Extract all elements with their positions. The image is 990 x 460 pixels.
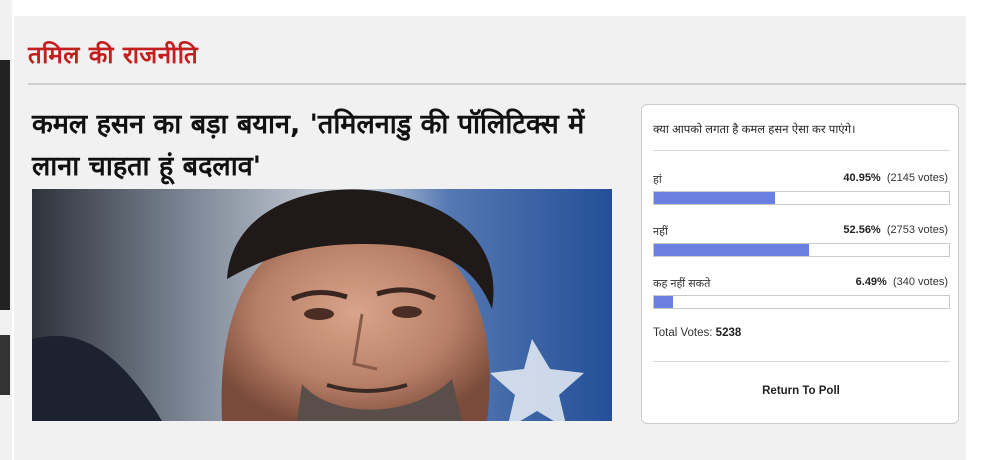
poll-option-votes: (340 votes)	[892, 276, 948, 288]
poll-option-bar-fill	[654, 296, 674, 308]
edge-image-fragment	[0, 335, 10, 395]
poll-option-bar	[653, 191, 950, 205]
article-headline[interactable]: कमल हसन का बड़ा बयान, 'तमिलनाडु की पॉलिट…	[32, 104, 622, 188]
poll-option-result: 40.95% (2145 votes)	[843, 172, 948, 184]
poll-total-value: 5238	[715, 327, 742, 339]
poll-option-bar	[653, 295, 950, 309]
section-title[interactable]: तमिल की राजनीति	[28, 38, 198, 71]
poll-question: क्या आपको लगता है कमल हसन ऐसा कर पाएंगे।	[653, 124, 856, 136]
poll-option-result: 6.49% (340 votes)	[856, 276, 948, 288]
poll-total: Total Votes: 5238	[653, 327, 741, 339]
poll-option-result: 52.56% (2753 votes)	[843, 224, 948, 236]
section-divider	[28, 83, 966, 85]
poll-option-percent: 6.49%	[855, 276, 887, 288]
poll-option-votes: (2145 votes)	[886, 172, 948, 184]
edge-image-fragment	[0, 60, 10, 310]
portrait-image	[32, 189, 612, 421]
page-edge	[0, 0, 12, 460]
poll-option-percent: 40.95%	[843, 172, 881, 184]
poll-option-label: हां	[653, 174, 662, 186]
poll-option-label: नहीं	[653, 226, 668, 238]
poll-option-bar	[653, 243, 950, 257]
poll-option-label: कह नहीं सकते	[653, 278, 711, 290]
poll-option-votes: (2753 votes)	[886, 224, 948, 236]
poll-option-percent: 52.56%	[843, 224, 881, 236]
poll-option-bar-fill	[654, 244, 810, 256]
poll-total-label: Total Votes:	[653, 327, 713, 339]
poll-option-bar-fill	[654, 192, 775, 204]
return-to-poll-link[interactable]: Return To Poll	[642, 385, 960, 397]
article-photo[interactable]	[32, 189, 612, 421]
poll-divider	[653, 150, 950, 151]
poll-widget: क्या आपको लगता है कमल हसन ऐसा कर पाएंगे।…	[641, 104, 959, 424]
poll-divider	[653, 361, 950, 362]
